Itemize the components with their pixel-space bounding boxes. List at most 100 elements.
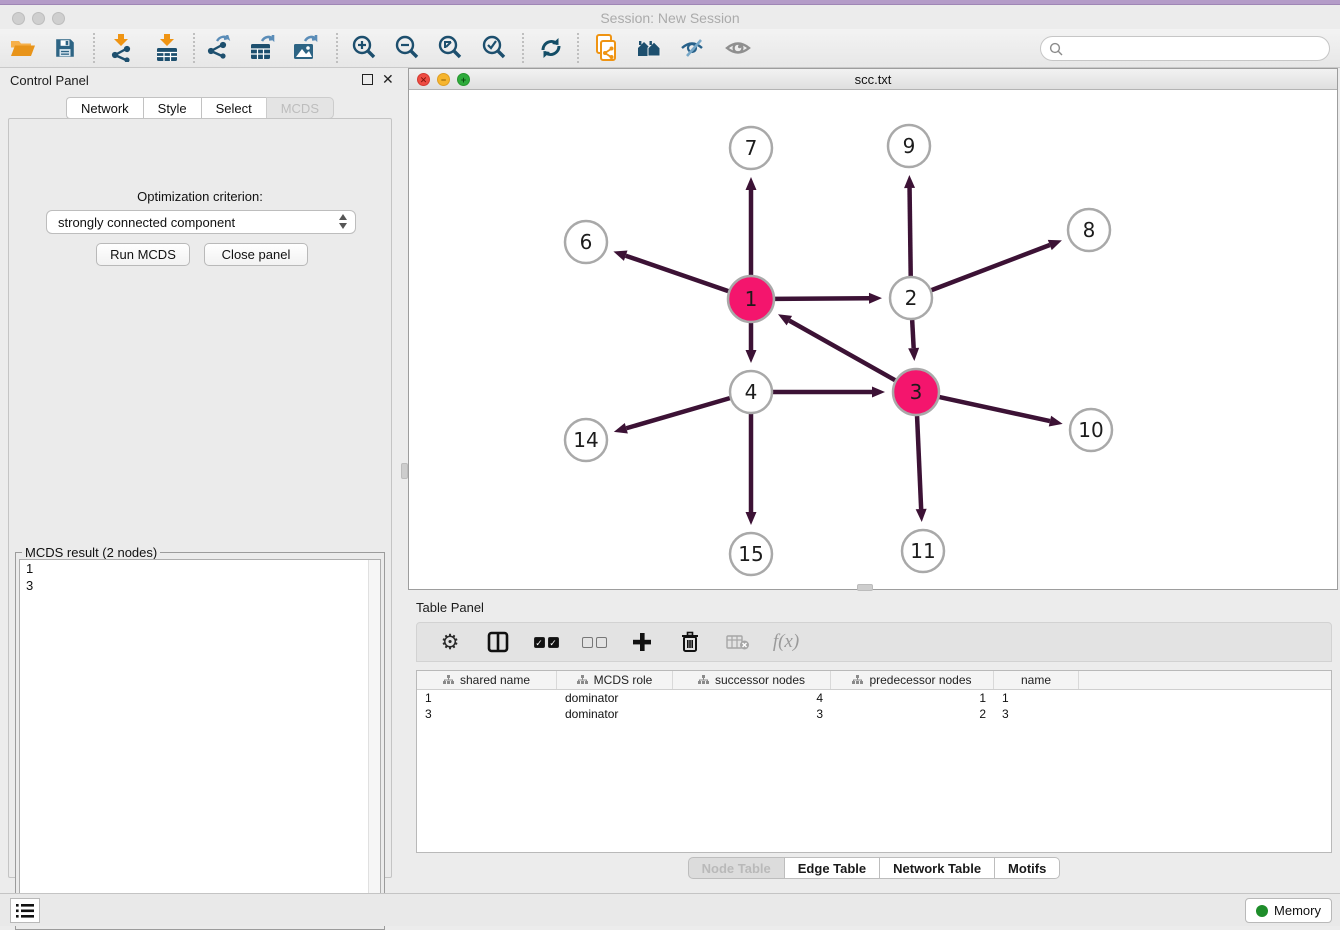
clone-network-button[interactable]: [591, 31, 621, 65]
zoom-fit-icon: [437, 35, 463, 61]
cell-successor-nodes[interactable]: 4: [673, 690, 831, 706]
select-all-columns-button[interactable]: ✓✓: [533, 629, 559, 655]
show-columns-button[interactable]: [485, 629, 511, 655]
close-panel-button[interactable]: Close panel: [204, 243, 308, 266]
zoom-in-button[interactable]: [349, 31, 379, 65]
save-session-button[interactable]: [50, 31, 80, 65]
edge-2-9[interactable]: [910, 188, 911, 276]
cell-predecessor-nodes[interactable]: 1: [831, 690, 994, 706]
cell-shared-name[interactable]: 1: [417, 690, 557, 706]
arrowhead-4-15: [746, 512, 757, 525]
table-row[interactable]: 3 dominator 3 2 3: [417, 706, 1331, 722]
mcds-result-title: MCDS result (2 nodes): [22, 545, 160, 560]
import-network-icon: [109, 34, 133, 62]
export-network-icon: [207, 35, 233, 61]
table-row[interactable]: 1 dominator 4 1 1: [417, 690, 1331, 706]
edge-3-10[interactable]: [939, 397, 1050, 421]
cell-successor-nodes[interactable]: 3: [673, 706, 831, 722]
first-neighbors-button[interactable]: [634, 31, 664, 65]
export-network-button[interactable]: [205, 31, 235, 65]
criterion-select[interactable]: strongly connected component: [46, 210, 356, 234]
cell-mcds-role[interactable]: dominator: [557, 706, 673, 722]
edge-4-14[interactable]: [626, 398, 730, 428]
unchecked-boxes-icon: [582, 637, 607, 648]
search-field[interactable]: [1040, 36, 1330, 61]
cell-mcds-role[interactable]: dominator: [557, 690, 673, 706]
export-table-button[interactable]: [248, 31, 278, 65]
column-header-successor-nodes[interactable]: successor nodes: [673, 671, 831, 689]
create-column-button[interactable]: [629, 629, 655, 655]
edge-3-11[interactable]: [917, 416, 921, 509]
export-image-button[interactable]: [291, 31, 321, 65]
zoom-out-icon: [394, 35, 420, 61]
toolbar-separator: [193, 33, 195, 63]
import-network-button[interactable]: [106, 31, 136, 65]
zoom-fit-button[interactable]: [435, 31, 465, 65]
column-header-predecessor-nodes[interactable]: predecessor nodes: [831, 671, 994, 689]
zoom-out-button[interactable]: [392, 31, 422, 65]
search-icon: [1049, 42, 1063, 56]
close-panel-icon[interactable]: ✕: [382, 74, 394, 85]
splitter-handle-horizontal[interactable]: [857, 584, 873, 591]
node-label-6: 6: [580, 230, 593, 254]
network-window-titlebar[interactable]: ✕ − + scc.txt: [409, 69, 1337, 90]
node-label-4: 4: [745, 380, 758, 404]
tab-network[interactable]: Network: [66, 97, 143, 119]
run-mcds-button[interactable]: Run MCDS: [96, 243, 190, 266]
import-table-button[interactable]: [152, 31, 182, 65]
toolbar-separator: [577, 33, 579, 63]
arrowhead-2-9: [904, 175, 915, 188]
shared-column-icon: [852, 675, 863, 685]
edge-1-6[interactable]: [626, 256, 729, 291]
function-builder-button: f(x): [773, 629, 799, 655]
trash-icon: [680, 631, 700, 653]
column-header-name[interactable]: name: [994, 671, 1079, 689]
eye-slash-icon: [679, 36, 707, 60]
mcds-result-list[interactable]: 1 3: [19, 559, 381, 926]
splitter-handle-vertical[interactable]: [401, 463, 408, 479]
cell-name[interactable]: 1: [994, 690, 1079, 706]
tab-mcds[interactable]: MCDS: [266, 97, 334, 119]
delete-column-button[interactable]: [677, 629, 703, 655]
table-options-button[interactable]: ⚙: [437, 629, 463, 655]
arrowhead-4-3: [872, 387, 885, 398]
tab-style[interactable]: Style: [143, 97, 201, 119]
float-panel-icon[interactable]: [362, 74, 373, 85]
node-label-14: 14: [573, 428, 598, 452]
result-item[interactable]: 3: [20, 577, 380, 594]
gear-icon: ⚙: [441, 630, 460, 655]
show-all-button[interactable]: [723, 31, 753, 65]
refresh-layout-button[interactable]: [536, 31, 566, 65]
arrowhead-3-11: [916, 509, 927, 522]
tab-edge-table[interactable]: Edge Table: [784, 857, 879, 879]
edge-2-8[interactable]: [932, 245, 1050, 290]
result-scrollbar[interactable]: [368, 560, 380, 925]
hide-selected-button[interactable]: [678, 31, 708, 65]
search-input[interactable]: [1068, 41, 1329, 56]
task-history-button[interactable]: [10, 898, 40, 923]
memory-button[interactable]: Memory: [1245, 898, 1332, 923]
unselect-all-columns-button[interactable]: [581, 629, 607, 655]
column-header-mcds-role[interactable]: MCDS role: [557, 671, 673, 689]
column-header-shared-name[interactable]: shared name: [417, 671, 557, 689]
network-graph[interactable]: 7968124314101511: [409, 90, 1337, 589]
edge-3-1[interactable]: [789, 321, 895, 381]
arrowhead-1-6: [613, 251, 627, 261]
tab-select[interactable]: Select: [201, 97, 266, 119]
cell-name[interactable]: 3: [994, 706, 1079, 722]
edge-2-3[interactable]: [912, 320, 913, 348]
column-label: MCDS role: [594, 673, 653, 687]
edge-1-2[interactable]: [775, 298, 869, 299]
cell-predecessor-nodes[interactable]: 2: [831, 706, 994, 722]
zoom-in-icon: [351, 35, 377, 61]
node-label-7: 7: [745, 136, 758, 160]
zoom-selected-button[interactable]: [479, 31, 509, 65]
open-session-button[interactable]: [8, 31, 38, 65]
cell-shared-name[interactable]: 3: [417, 706, 557, 722]
tab-network-table[interactable]: Network Table: [879, 857, 994, 879]
result-item[interactable]: 1: [20, 560, 380, 577]
network-canvas[interactable]: 7968124314101511: [409, 90, 1337, 589]
tab-motifs[interactable]: Motifs: [994, 857, 1060, 879]
tab-node-table[interactable]: Node Table: [688, 857, 784, 879]
export-table-icon: [250, 35, 276, 61]
